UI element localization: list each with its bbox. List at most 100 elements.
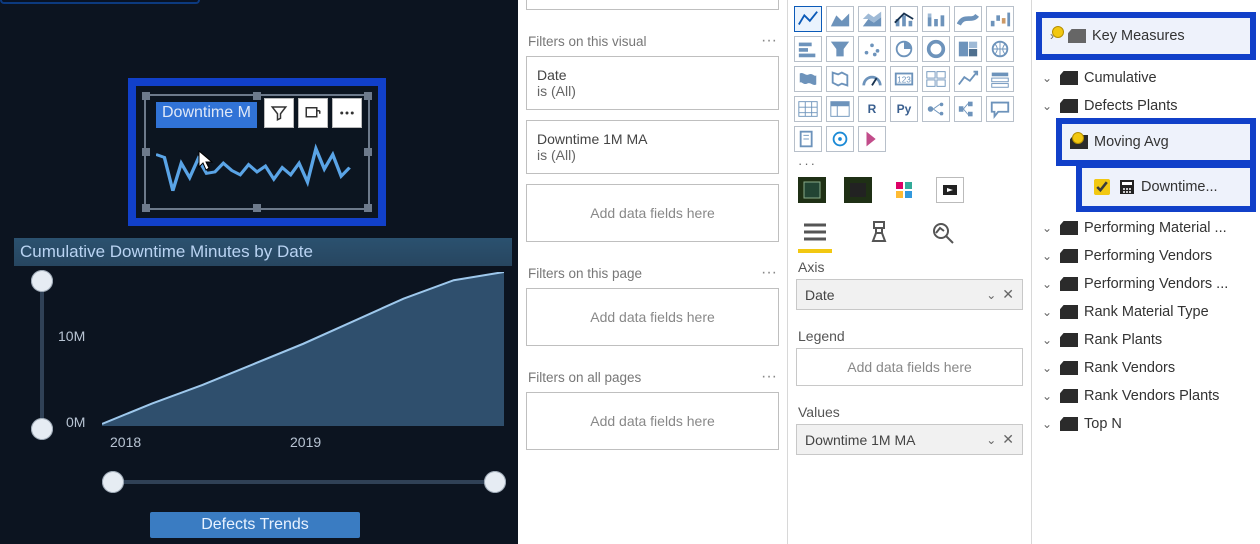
field-folder-performing-vendors-2[interactable]: ⌄ Performing Vendors ... <box>1036 270 1256 298</box>
slider-handle[interactable] <box>102 471 124 493</box>
viz-line-chart-icon[interactable] <box>794 6 822 32</box>
viz-funnel-icon[interactable] <box>826 36 854 62</box>
field-folder-moving-avg[interactable]: Moving Avg <box>1062 124 1250 160</box>
filters-pane: Filters on this visual ··· Date is (All)… <box>518 0 788 544</box>
selection-pane-icon[interactable] <box>890 177 918 203</box>
y-tick: 0M <box>66 414 85 430</box>
viz-stacked-area-icon[interactable] <box>858 6 886 32</box>
field-table-key-measures[interactable]: › Key Measures <box>1042 18 1250 54</box>
x-range-slider[interactable] <box>108 480 500 484</box>
remove-field-icon[interactable]: ✕ <box>1002 286 1014 302</box>
viz-paginated-icon[interactable] <box>794 126 822 152</box>
field-folder-rank-vendors[interactable]: ⌄ Rank Vendors <box>1036 354 1256 382</box>
more-options-icon[interactable] <box>332 98 362 128</box>
add-filter-visual[interactable]: Add data fields here <box>526 184 779 242</box>
field-checkbox[interactable] <box>1094 179 1110 195</box>
field-folder-performing-material[interactable]: ⌄ Performing Material ... <box>1036 214 1256 242</box>
report-canvas[interactable]: Downtime M <box>0 0 518 544</box>
filter-card-stub <box>526 0 779 10</box>
filter-card-date[interactable]: Date is (All) <box>526 56 779 110</box>
bookmark-icon[interactable] <box>844 177 872 203</box>
add-filter-page[interactable]: Add data fields here <box>526 288 779 346</box>
viz-kpi-icon[interactable] <box>954 66 982 92</box>
chevron-down-icon[interactable]: ⌄ <box>986 433 996 447</box>
viz-scatter-icon[interactable] <box>858 36 886 62</box>
viz-multi-card-icon[interactable] <box>922 66 950 92</box>
cursor-icon <box>198 150 214 172</box>
viz-table-icon[interactable] <box>794 96 822 122</box>
viz-decomposition-tree-icon[interactable] <box>954 96 982 122</box>
viz-area-chart-icon[interactable] <box>826 6 854 32</box>
field-folder-top-n[interactable]: ⌄ Top N <box>1036 410 1256 438</box>
viz-key-influencers-icon[interactable] <box>922 96 950 122</box>
sync-slicers-icon[interactable] <box>936 177 964 203</box>
get-more-visuals-icon[interactable]: ··· <box>794 156 1025 177</box>
visualizations-pane: 123 R Py ··· Axis Date ⌄✕ Legend Add dat… <box>788 0 1032 544</box>
axis-field-well[interactable]: Date ⌄✕ <box>796 279 1023 310</box>
viz-card-icon[interactable]: 123 <box>890 66 918 92</box>
performance-analyzer-icon[interactable] <box>798 177 826 203</box>
viz-waterfall-icon[interactable] <box>986 6 1014 32</box>
remove-field-icon[interactable]: ✕ <box>1002 431 1014 447</box>
slider-handle[interactable] <box>484 471 506 493</box>
field-measure-downtime[interactable]: Downtime... <box>1082 168 1250 206</box>
viz-treemap-icon[interactable] <box>954 36 982 62</box>
viz-pie-icon[interactable] <box>890 36 918 62</box>
viz-python-visual-icon[interactable]: Py <box>890 96 918 122</box>
resize-handle[interactable] <box>253 204 261 212</box>
analytics-tab-icon[interactable] <box>926 217 960 247</box>
viz-gauge-icon[interactable] <box>858 66 886 92</box>
filter-icon[interactable] <box>264 98 294 128</box>
more-options-icon[interactable]: ··· <box>761 264 777 282</box>
fields-tab-icon[interactable] <box>798 217 832 247</box>
resize-handle[interactable] <box>142 92 150 100</box>
viz-ribbon-icon[interactable] <box>954 6 982 32</box>
format-tab-icon[interactable] <box>862 217 896 247</box>
legend-field-well[interactable]: Add data fields here <box>796 348 1023 386</box>
more-options-icon[interactable]: ··· <box>761 368 777 386</box>
viz-shape-map-icon[interactable] <box>826 66 854 92</box>
viz-filled-map-icon[interactable] <box>794 66 822 92</box>
folder-icon <box>1060 305 1078 319</box>
field-folder-cumulative[interactable]: ⌄ Cumulative <box>1036 64 1256 92</box>
viz-combo-stacked-icon[interactable] <box>922 6 950 32</box>
defects-trends-button[interactable]: Defects Trends <box>150 512 360 538</box>
svg-text:123: 123 <box>897 76 911 85</box>
resize-handle[interactable] <box>364 92 372 100</box>
values-well-label: Values <box>794 392 1025 424</box>
chevron-down-icon[interactable]: ⌄ <box>986 288 996 302</box>
add-filter-all[interactable]: Add data fields here <box>526 392 779 450</box>
viz-qna-icon[interactable] <box>986 96 1014 122</box>
viz-r-visual-icon[interactable]: R <box>858 96 886 122</box>
field-folder-rank-vendors-plants[interactable]: ⌄ Rank Vendors Plants <box>1036 382 1256 410</box>
chart-body: 10M 0M 2018 2019 <box>14 266 512 456</box>
viz-powerapps-icon[interactable] <box>858 126 886 152</box>
slider-handle[interactable] <box>31 270 53 292</box>
selected-visual-frame[interactable]: Downtime M <box>144 94 370 210</box>
resize-handle[interactable] <box>253 92 261 100</box>
viz-stacked-bar-icon[interactable] <box>794 36 822 62</box>
resize-handle[interactable] <box>364 148 372 156</box>
resize-handle[interactable] <box>364 204 372 212</box>
field-folder-rank-plants[interactable]: ⌄ Rank Plants <box>1036 326 1256 354</box>
filter-card-downtime[interactable]: Downtime 1M MA is (All) <box>526 120 779 174</box>
viz-map-icon[interactable] <box>986 36 1014 62</box>
values-field-well[interactable]: Downtime 1M MA ⌄✕ <box>796 424 1023 455</box>
focus-mode-icon[interactable] <box>298 98 328 128</box>
y-range-slider[interactable] <box>40 278 44 432</box>
viz-slicer-icon[interactable] <box>986 66 1014 92</box>
field-folder-rank-material-type[interactable]: ⌄ Rank Material Type <box>1036 298 1256 326</box>
viz-donut-icon[interactable] <box>922 36 950 62</box>
chevron-down-icon: ⌄ <box>1042 221 1054 235</box>
viz-arcgis-icon[interactable] <box>826 126 854 152</box>
cumulative-downtime-visual[interactable]: Cumulative Downtime Minutes by Date 10M … <box>14 238 512 456</box>
field-folder-performing-vendors[interactable]: ⌄ Performing Vendors <box>1036 242 1256 270</box>
viz-matrix-icon[interactable] <box>826 96 854 122</box>
more-options-icon[interactable]: ··· <box>761 32 777 50</box>
selected-visual[interactable]: Downtime M <box>128 78 386 226</box>
resize-handle[interactable] <box>142 204 150 212</box>
viz-combo-chart-icon[interactable] <box>890 6 918 32</box>
resize-handle[interactable] <box>142 148 150 156</box>
slider-handle[interactable] <box>31 418 53 440</box>
field-folder-defects-plants[interactable]: ⌄ Defects Plants <box>1036 92 1256 120</box>
